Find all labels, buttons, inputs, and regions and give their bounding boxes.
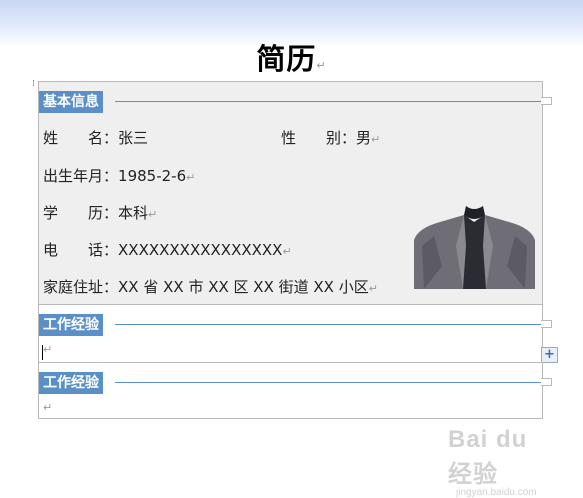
work-experience-section-1[interactable]: 工作经验 ↵ (38, 304, 552, 363)
heading-rule (115, 324, 542, 325)
add-section-button[interactable]: + (541, 347, 558, 363)
field-row-name: 姓 名：张三 性 别：男↵ (43, 127, 433, 149)
field-row-education: 学 历：本科↵ (43, 204, 158, 222)
empty-paragraph[interactable]: ↵ (43, 401, 52, 414)
field-value-education[interactable]: 本科 (118, 204, 148, 222)
field-label-birth: 出生年月 (43, 167, 104, 185)
section-heading: 基本信息 (39, 91, 103, 113)
heading-tab (541, 97, 552, 105)
field-label-phone: 电 话 (43, 241, 104, 259)
field-label-address: 家庭住址 (43, 278, 104, 296)
heading-tab (541, 320, 552, 328)
section-header: 基本信息 (39, 91, 552, 113)
section-header: 工作经验 (39, 372, 552, 394)
field-value-name[interactable]: 张三 (118, 129, 148, 147)
field-label-gender: 性 别 (281, 129, 342, 147)
profile-photo[interactable] (412, 206, 537, 289)
field-label-education: 学 历 (43, 204, 104, 222)
move-handle-icon[interactable]: ⁞ (32, 80, 38, 94)
baidu-watermark: Bai du 经验 jingyan.baidu.com (448, 426, 537, 498)
basic-info-section[interactable]: ⁞ 基本信息 姓 名：张三 性 别：男↵ 出生年月：1985-2-6↵ 学 历：… (32, 80, 552, 305)
document-title: 简历↵ (256, 42, 327, 76)
heading-rule (115, 382, 542, 383)
empty-paragraph[interactable]: ↵ (43, 343, 52, 356)
field-value-phone[interactable]: XXXXXXXXXXXXXXXX (118, 241, 282, 259)
field-label-name: 姓 名 (43, 129, 104, 147)
section-heading: 工作经验 (39, 314, 103, 336)
field-value-address[interactable]: XX 省 XX 市 XX 区 XX 街道 XX 小区 (118, 278, 369, 296)
field-row-address: 家庭住址：XX 省 XX 市 XX 区 XX 街道 XX 小区↵ (43, 278, 378, 296)
field-row-phone: 电 话：XXXXXXXXXXXXXXXX↵ (43, 241, 292, 259)
section-heading: 工作经验 (39, 372, 103, 394)
heading-tab (541, 378, 552, 386)
field-row-birth: 出生年月：1985-2-6↵ (43, 167, 196, 185)
field-value-gender[interactable]: 男 (356, 129, 371, 147)
field-value-birth[interactable]: 1985-2-6 (118, 167, 186, 185)
field-gender: 性 别：男↵ (281, 129, 381, 147)
heading-rule (115, 101, 542, 102)
work-experience-section-2[interactable]: 工作经验 ↵ (38, 362, 552, 419)
section-header: 工作经验 (39, 314, 552, 336)
